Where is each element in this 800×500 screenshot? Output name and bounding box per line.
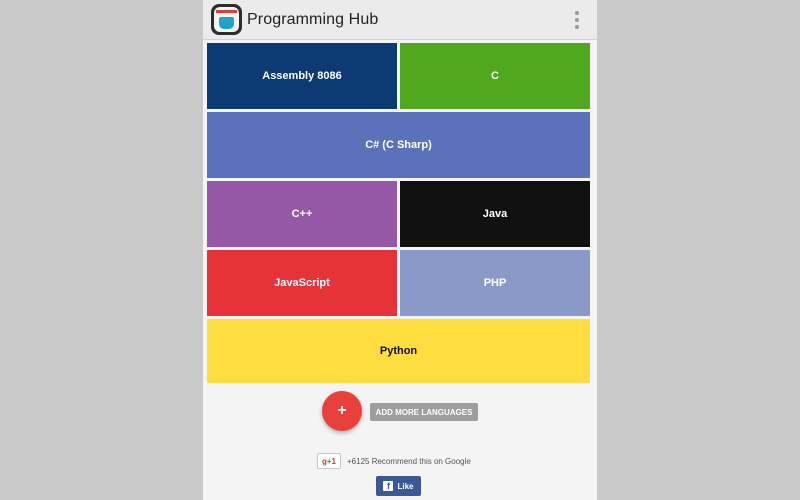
gplus-one-button[interactable]: g+1 [317,453,341,469]
add-language-fab[interactable]: + [322,391,362,431]
tile-java[interactable]: Java [400,181,590,247]
gplus-recommend-text: +6125 Recommend this on Google [347,456,471,466]
add-more-languages-button[interactable]: ADD MORE LANGUAGES [370,403,478,421]
tile-assembly-8086[interactable]: Assembly 8086 [207,43,397,109]
gplus-recommend-row: g+1 +6125 Recommend this on Google [317,453,471,469]
tile-c-sharp[interactable]: C# (C Sharp) [207,112,590,178]
tile-javascript[interactable]: JavaScript [207,250,397,316]
tile-python[interactable]: Python [207,319,590,383]
tile-cpp[interactable]: C++ [207,181,397,247]
app-bar: Programming Hub [203,0,597,40]
app-logo-icon [211,4,242,35]
tile-c[interactable]: C [400,43,590,109]
facebook-icon: f [383,481,394,491]
app-screen: Programming Hub Assembly 8086 C C# (C Sh… [203,0,597,500]
app-title: Programming Hub [247,11,379,28]
tile-php[interactable]: PHP [400,250,590,316]
facebook-like-label: Like [397,481,414,491]
facebook-like-button[interactable]: f Like [376,476,421,496]
more-vert-icon[interactable] [565,8,589,32]
